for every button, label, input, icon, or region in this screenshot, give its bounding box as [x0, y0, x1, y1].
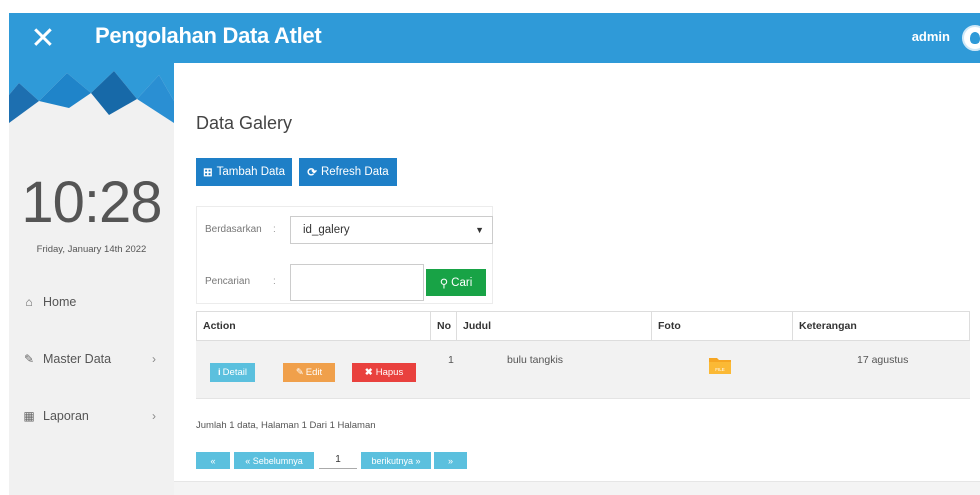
chevron-down-icon: ▼: [475, 225, 484, 235]
detail-label: Detail: [222, 367, 247, 378]
colon-separator: :: [273, 224, 276, 235]
user-avatar[interactable]: [962, 25, 980, 51]
search-label: Pencarian: [205, 276, 251, 287]
sidebar-item-label: Master Data: [43, 352, 112, 366]
previous-page-button[interactable]: « Sebelumnya: [234, 452, 314, 469]
search-input[interactable]: [290, 264, 424, 301]
times-icon: ✖: [364, 367, 373, 378]
sidebar-item-laporan[interactable]: ▦ Laporan ›: [9, 401, 174, 431]
add-data-button[interactable]: ⊞ Tambah Data: [196, 158, 292, 186]
column-header-keterangan: Keterangan: [792, 311, 970, 341]
sidebar-banner-image: [9, 63, 174, 128]
chevron-right-icon: ›: [152, 352, 156, 366]
column-header-judul: Judul: [456, 311, 652, 341]
file-folder-icon[interactable]: FILE: [708, 355, 732, 375]
edit-button[interactable]: ✎ Edit: [283, 363, 335, 382]
plus-square-icon: ⊞: [202, 167, 213, 179]
user-name[interactable]: admin: [912, 29, 950, 44]
add-data-label: Tambah Data: [216, 166, 286, 178]
filter-panel: Berdasarkan : id_galery ▼ Pencarian : ⚲ …: [196, 206, 493, 304]
refresh-data-label: Refresh Data: [320, 166, 389, 178]
sidebar-item-home[interactable]: ⌂ Home: [9, 287, 174, 317]
paging-info: Jumlah 1 data, Halaman 1 Dari 1 Halaman: [196, 420, 376, 431]
next-page-button[interactable]: berikutnya »: [361, 452, 431, 469]
edit-icon: ✎: [295, 367, 304, 378]
sidebar: 10:28 Friday, January 14th 2022 ⌂ Home ✎…: [9, 63, 174, 495]
refresh-data-button[interactable]: ⟳ Refresh Data: [299, 158, 397, 186]
hapus-label: Hapus: [375, 367, 404, 378]
search-button-label: Cari: [451, 276, 473, 289]
column-header-action: Action: [196, 311, 431, 341]
top-navbar: ✕ Pengolahan Data Atlet admin: [9, 13, 980, 63]
close-sidebar-button[interactable]: ✕: [9, 13, 77, 63]
app-title: Pengolahan Data Atlet: [95, 23, 322, 48]
detail-button[interactable]: i Detail: [210, 363, 255, 382]
first-page-button[interactable]: «: [196, 452, 230, 469]
colon-separator: :: [273, 276, 276, 287]
calendar-icon: ▦: [23, 409, 35, 423]
chevron-right-icon: ›: [152, 409, 156, 423]
file-icon-label: FILE: [715, 367, 725, 372]
page-number-input[interactable]: [319, 450, 357, 469]
clock-date: Friday, January 14th 2022: [36, 244, 147, 255]
filter-field-select[interactable]: id_galery ▼: [290, 216, 493, 244]
clock-time: 10:28: [21, 170, 162, 235]
sidebar-item-master-data[interactable]: ✎ Master Data ›: [9, 344, 174, 374]
info-icon: i: [218, 367, 221, 378]
column-header-foto: Foto: [651, 311, 793, 341]
edit-label: Edit: [305, 367, 323, 378]
cell-judul: bulu tangkis: [507, 354, 564, 366]
sidebar-item-label: Laporan: [43, 409, 89, 423]
edit-icon: ✎: [23, 352, 35, 366]
table-row: i Detail ✎ Edit ✖ Hapus 1 bulu tangkis F…: [196, 341, 970, 399]
home-icon: ⌂: [25, 295, 33, 309]
page-title: Data Galery: [196, 113, 293, 133]
delete-button[interactable]: ✖ Hapus: [352, 363, 416, 382]
filter-field-value: id_galery: [303, 224, 350, 236]
last-page-button[interactable]: »: [434, 452, 467, 469]
cell-no: 1: [448, 354, 454, 366]
close-icon: ✕: [30, 21, 56, 55]
footer-bar: [174, 481, 980, 495]
refresh-icon: ⟳: [307, 167, 317, 179]
search-icon: ⚲: [439, 277, 449, 290]
search-button[interactable]: ⚲ Cari: [426, 269, 486, 296]
filter-by-label: Berdasarkan: [205, 224, 262, 235]
cell-keterangan: 17 agustus: [857, 354, 909, 366]
column-header-no: No: [430, 311, 457, 341]
app-window: ✕ Pengolahan Data Atlet admin 10:28 Frid…: [0, 0, 980, 495]
sidebar-item-label: Home: [43, 295, 77, 309]
